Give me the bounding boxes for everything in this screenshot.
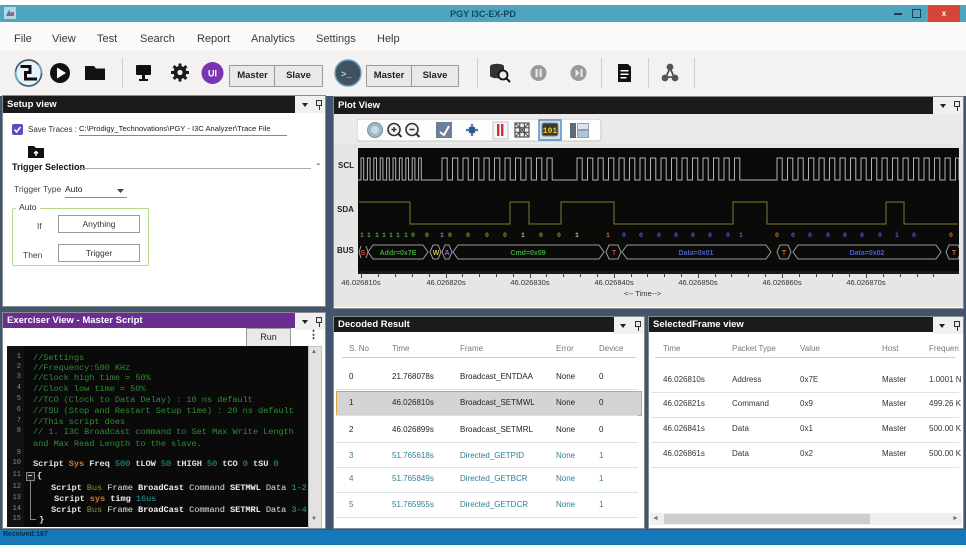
svg-text:T: T bbox=[952, 250, 957, 257]
svg-text:0: 0 bbox=[411, 232, 415, 239]
svg-text:0: 0 bbox=[860, 232, 864, 239]
svg-text:1: 1 bbox=[367, 232, 371, 239]
svg-text:0: 0 bbox=[912, 232, 916, 239]
svg-text:0: 0 bbox=[878, 232, 882, 239]
svg-text:0: 0 bbox=[639, 232, 643, 239]
svg-text:1: 1 bbox=[739, 232, 743, 239]
svg-text:0: 0 bbox=[539, 232, 543, 239]
svg-text:0: 0 bbox=[466, 232, 470, 239]
svg-text:S: S bbox=[360, 248, 365, 257]
svg-text:0: 0 bbox=[791, 232, 795, 239]
svg-text:1: 1 bbox=[382, 232, 386, 239]
svg-text:0: 0 bbox=[808, 232, 812, 239]
svg-text:UI: UI bbox=[208, 69, 217, 79]
svg-text:0: 0 bbox=[622, 232, 626, 239]
svg-text:1: 1 bbox=[895, 232, 899, 239]
svg-text:1: 1 bbox=[440, 232, 444, 239]
svg-text:>_: >_ bbox=[341, 70, 352, 80]
svg-text:Data=0x02: Data=0x02 bbox=[850, 250, 885, 257]
svg-text:0: 0 bbox=[843, 232, 847, 239]
svg-text:W: W bbox=[433, 250, 440, 257]
svg-text:1: 1 bbox=[404, 232, 408, 239]
svg-text:0: 0 bbox=[726, 232, 730, 239]
svg-text:0: 0 bbox=[691, 232, 695, 239]
svg-text:0: 0 bbox=[775, 232, 779, 239]
svg-text:0: 0 bbox=[826, 232, 830, 239]
svg-text:0: 0 bbox=[557, 232, 561, 239]
svg-text:1: 1 bbox=[375, 232, 379, 239]
svg-text:1: 1 bbox=[575, 232, 579, 239]
svg-text:Data=0x01: Data=0x01 bbox=[679, 250, 714, 257]
svg-text:101: 101 bbox=[543, 127, 558, 136]
svg-text:1: 1 bbox=[360, 232, 364, 239]
svg-text:1: 1 bbox=[521, 232, 525, 239]
svg-text:0: 0 bbox=[949, 232, 953, 239]
svg-text:1: 1 bbox=[606, 232, 610, 239]
svg-text:0: 0 bbox=[448, 232, 452, 239]
svg-text:Addr=0x7E: Addr=0x7E bbox=[380, 250, 417, 257]
svg-text:1: 1 bbox=[396, 232, 400, 239]
svg-text:0: 0 bbox=[674, 232, 678, 239]
svg-text:T: T bbox=[782, 250, 787, 257]
svg-text:0: 0 bbox=[708, 232, 712, 239]
svg-text:1: 1 bbox=[389, 232, 393, 239]
svg-text:Cmd=0x09: Cmd=0x09 bbox=[510, 250, 545, 257]
svg-text:T: T bbox=[612, 250, 617, 257]
svg-text:0: 0 bbox=[425, 232, 429, 239]
svg-text:0: 0 bbox=[657, 232, 661, 239]
svg-text:A: A bbox=[444, 250, 449, 257]
svg-text:0: 0 bbox=[503, 232, 507, 239]
svg-text:0: 0 bbox=[485, 232, 489, 239]
